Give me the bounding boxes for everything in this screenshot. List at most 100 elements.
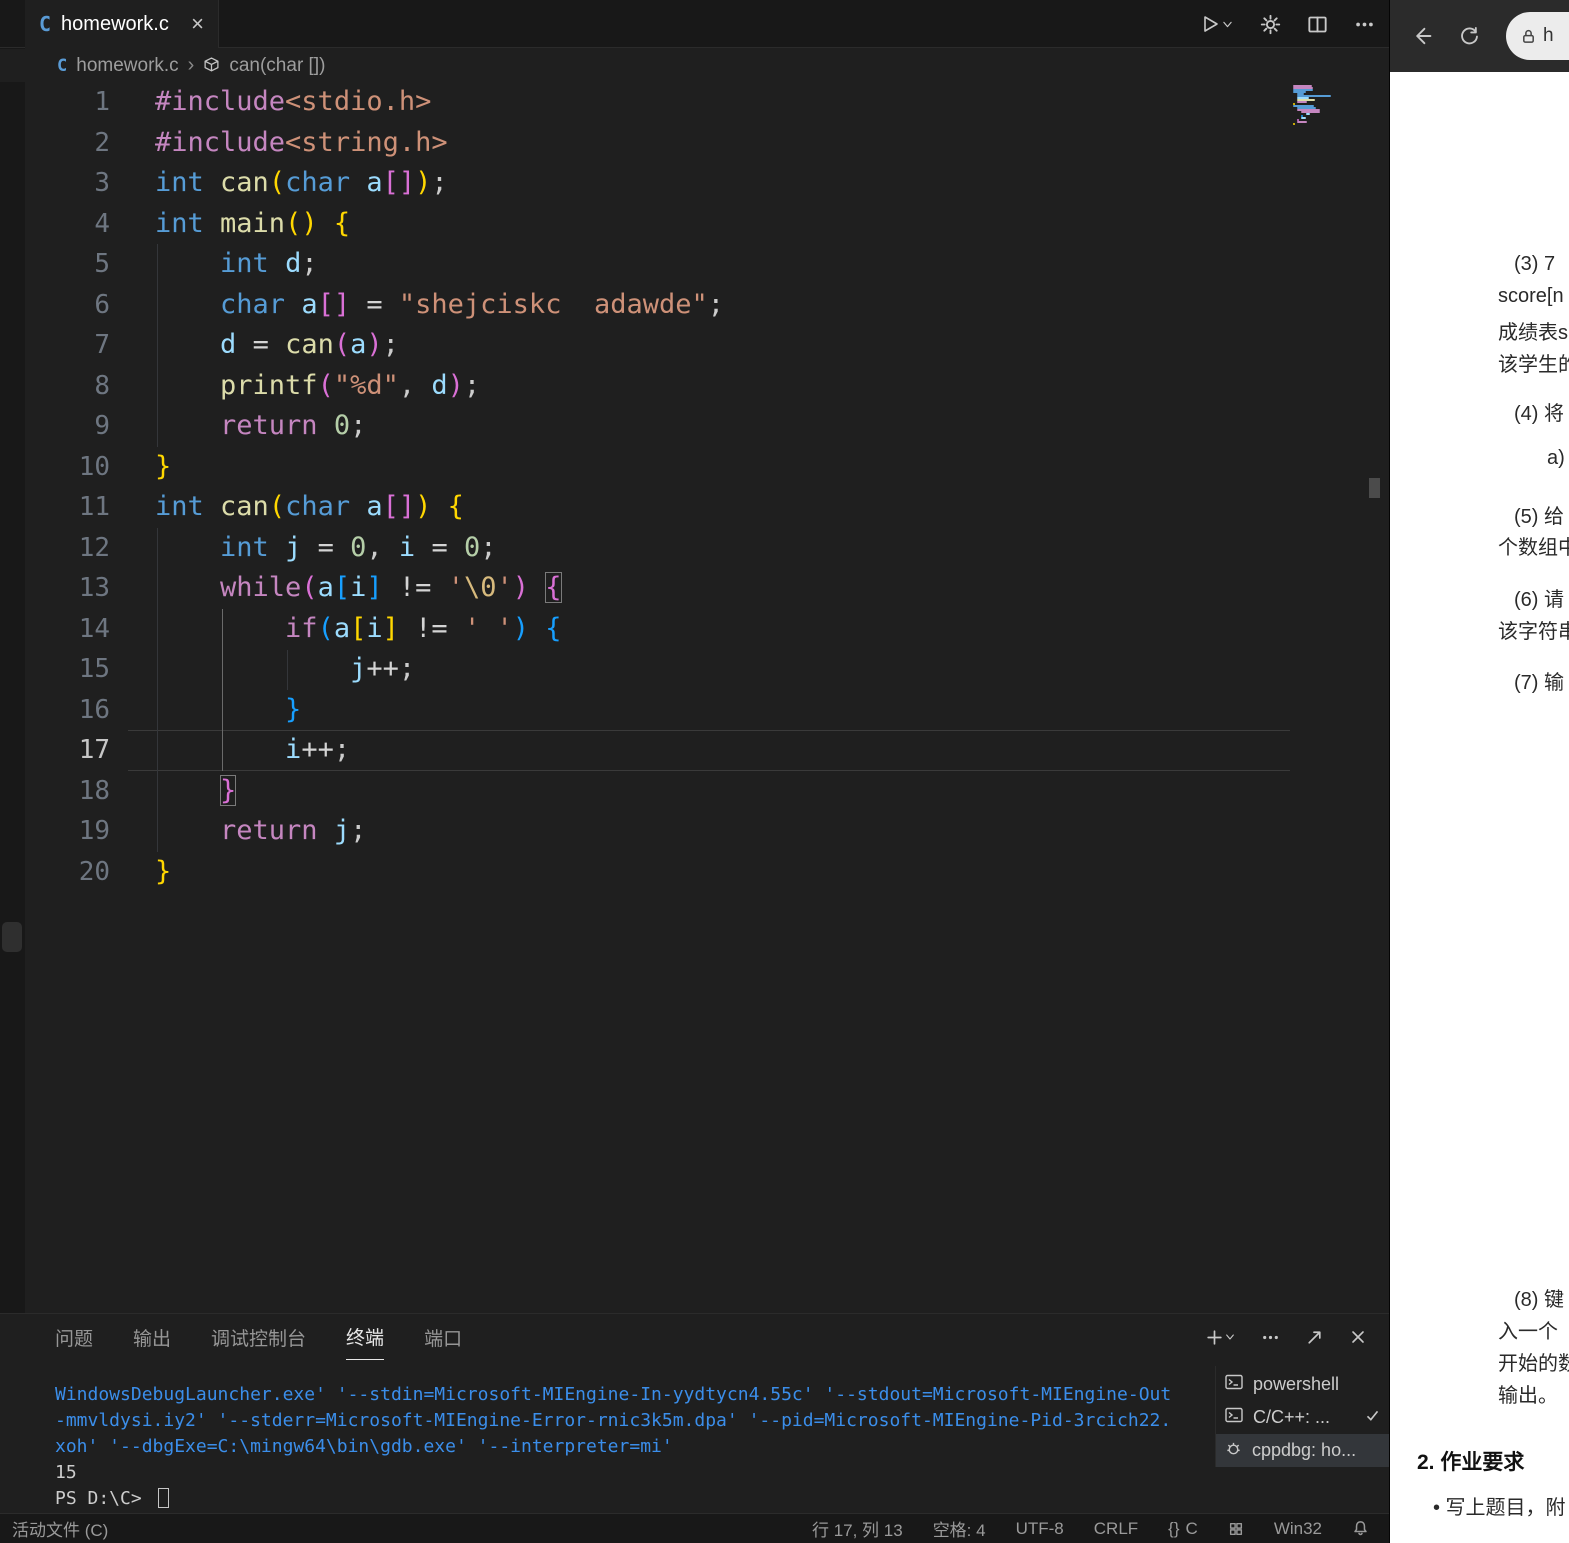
- line-number: 16: [78, 694, 110, 725]
- tab-homework-c[interactable]: C homework.c ×: [25, 0, 219, 48]
- check-icon: [1365, 1407, 1380, 1428]
- close-tab-icon[interactable]: ×: [191, 13, 204, 35]
- symbol-icon: [204, 57, 219, 72]
- split-editor-icon[interactable]: [1307, 14, 1328, 35]
- back-button[interactable]: [1410, 24, 1434, 48]
- terminal-list-item[interactable]: powershell: [1216, 1368, 1389, 1401]
- line-number: 6: [94, 289, 110, 320]
- line-number: 10: [78, 451, 110, 482]
- run-debug-button[interactable]: [1199, 13, 1234, 35]
- panel-tabs: 问题 输出 调试控制台 终端 端口: [55, 1314, 462, 1360]
- status-language[interactable]: {} C: [1168, 1519, 1198, 1539]
- code-line-3: int can(char a[]);: [155, 167, 448, 198]
- code-line-13: while(a[i] != '\0') {: [220, 572, 562, 603]
- terminal-icon: [1225, 1374, 1243, 1395]
- status-config[interactable]: Win32: [1274, 1519, 1322, 1539]
- code-line-14: if(a[i] != ' ') {: [285, 612, 562, 644]
- code-line-11: int can(char a[]) {: [155, 491, 464, 522]
- line-number: 4: [94, 208, 110, 239]
- editor-tab-bar: C homework.c ×: [0, 0, 1389, 48]
- more-actions-icon[interactable]: [1354, 14, 1375, 35]
- notifications-bell-icon[interactable]: [1352, 1520, 1369, 1537]
- line-number: 13: [78, 573, 110, 603]
- lock-icon: [1523, 29, 1534, 43]
- status-eol[interactable]: CRLF: [1094, 1519, 1138, 1539]
- code-line-18: }: [220, 774, 237, 806]
- status-indent[interactable]: 空格: 4: [933, 1516, 986, 1541]
- c-file-icon-small: C: [57, 55, 68, 76]
- minimap-line: [1301, 117, 1306, 119]
- status-line-col[interactable]: 行 17, 列 13: [812, 1516, 903, 1541]
- status-active-file[interactable]: 活动文件 (C): [12, 1516, 108, 1541]
- code-line-17: i++;: [285, 734, 351, 765]
- terminal-list-item[interactable]: cppdbg: ho...: [1216, 1434, 1389, 1467]
- breadcrumb-separator: ›: [187, 54, 195, 76]
- code-line-8: printf("%d", d);: [220, 369, 481, 401]
- document-text-line: (4) 将: [1514, 403, 1564, 425]
- maximize-panel-icon[interactable]: [1305, 1328, 1324, 1347]
- document-text-line: (8) 键: [1514, 1289, 1564, 1311]
- status-bar: 活动文件 (C) 行 17, 列 13 空格: 4 UTF-8 CRLF {} …: [0, 1513, 1389, 1543]
- terminal-line: xoh' '--dbgExe=C:\mingw64\bin\gdb.exe' '…: [55, 1436, 673, 1457]
- terminal-output[interactable]: WindowsDebugLauncher.exe' '--stdin=Micro…: [55, 1382, 1171, 1512]
- document-text-line: score[n: [1498, 285, 1564, 307]
- line-number: 2: [94, 127, 110, 158]
- terminal-cursor: [157, 1488, 169, 1508]
- document-text-line: 开始的数: [1498, 1353, 1569, 1375]
- line-number: 9: [94, 411, 110, 441]
- code-line-12: int j = 0, i = 0;: [220, 531, 497, 563]
- code-editor[interactable]: 1 2 3 4 5 6 7 8 9 10 11 12 13 14 15 16 17 18 19 20 #include…: [0, 82, 1389, 1313]
- document-viewer-window: h (3) 7 score[n 成绩表s 该学生的 (4) 将 a) (5) 给个数组中 (6…: [1389, 0, 1569, 1543]
- close-panel-icon[interactable]: [1349, 1328, 1367, 1346]
- line-number: 5: [94, 249, 110, 279]
- bottom-panel: 问题 输出 调试控制台 终端 端口 WindowsDebugLauncher.exe' …: [0, 1313, 1389, 1513]
- panel-tab-output[interactable]: 输出: [133, 1314, 171, 1360]
- document-text-line: 个数组中: [1498, 537, 1569, 559]
- code-line-6: char a[] = "shejciskc adawde";: [220, 288, 725, 320]
- document-text-line: (6) 请: [1514, 589, 1564, 611]
- terminal-line: -mmvldysi.iy2' '--stderr=Microsoft-MIEng…: [55, 1410, 1172, 1431]
- panel-tab-ports[interactable]: 端口: [424, 1314, 462, 1360]
- line-number: 7: [94, 330, 110, 360]
- settings-gear-icon[interactable]: [1260, 14, 1281, 35]
- document-content[interactable]: (3) 7 score[n 成绩表s 该学生的 (4) 将 a) (5) 给个数组中 (6) …: [1390, 72, 1569, 1543]
- line-number: 1: [94, 87, 110, 117]
- terminal-list: powershell C/C++: ... cppdbg: ho...: [1215, 1366, 1389, 1467]
- panel-tab-terminal[interactable]: 终端: [346, 1314, 385, 1360]
- breadcrumb-symbol[interactable]: can(char []): [229, 55, 325, 77]
- address-bar[interactable]: h: [1506, 12, 1569, 60]
- extension-icon: [1229, 1522, 1242, 1535]
- line-number: 14: [78, 613, 110, 644]
- document-text-line: 2. 作业要求: [1417, 1451, 1525, 1474]
- code-line-19: return j;: [220, 815, 367, 846]
- code-line-5: int d;: [220, 248, 318, 279]
- terminal-list-label: cppdbg: ho...: [1252, 1440, 1357, 1460]
- line-number: 17: [78, 735, 110, 765]
- panel-more-actions-icon[interactable]: [1261, 1328, 1280, 1347]
- new-terminal-button[interactable]: [1205, 1328, 1236, 1347]
- refresh-button[interactable]: [1458, 25, 1481, 48]
- code-line-10: }: [155, 450, 172, 482]
- terminal-line: PS D:\C>: [55, 1486, 1171, 1512]
- code-line-2: #include<string.h>: [155, 126, 448, 158]
- overview-ruler-marker: [1369, 478, 1380, 498]
- breadcrumb-file[interactable]: homework.c: [76, 55, 178, 77]
- line-number: 8: [94, 370, 110, 401]
- editor-actions: [1199, 0, 1375, 48]
- status-right-group: 行 17, 列 13 空格: 4 UTF-8 CRLF {} C Win32: [812, 1516, 1369, 1541]
- status-extension[interactable]: [1228, 1521, 1244, 1537]
- minimap[interactable]: [1293, 85, 1335, 125]
- minimap-line: [1305, 113, 1310, 115]
- document-text-line: a): [1547, 447, 1565, 469]
- chevron-down-icon: [1226, 1334, 1234, 1340]
- terminal-list-item[interactable]: C/C++: ...: [1216, 1401, 1389, 1434]
- terminal-line: WindowsDebugLauncher.exe' '--stdin=Micro…: [55, 1384, 1172, 1405]
- minimap-line: [1297, 101, 1308, 103]
- panel-tab-debug-console[interactable]: 调试控制台: [211, 1314, 306, 1360]
- panel-tab-problems[interactable]: 问题: [55, 1314, 93, 1360]
- document-text-line: (7) 输: [1514, 672, 1564, 694]
- document-text-line: • 写上题目，附: [1433, 1497, 1566, 1519]
- chevron-down-icon: [1223, 21, 1232, 27]
- status-encoding[interactable]: UTF-8: [1016, 1519, 1064, 1539]
- code-line-4: int main() {: [155, 207, 351, 239]
